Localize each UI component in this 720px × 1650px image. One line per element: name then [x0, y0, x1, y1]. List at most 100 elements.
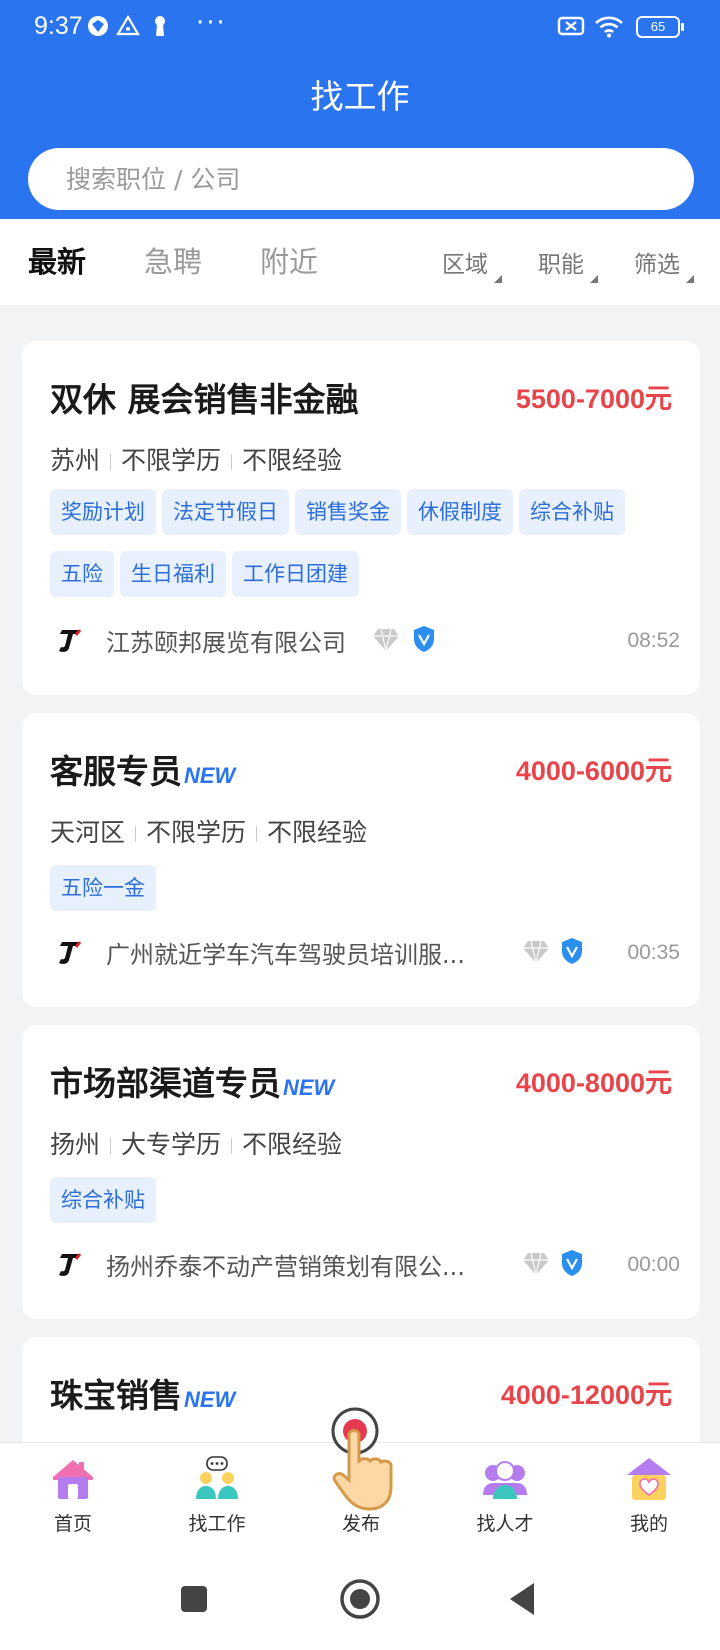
- nav-find-talent[interactable]: 找人才: [450, 1455, 560, 1536]
- tab-latest[interactable]: 最新: [28, 239, 86, 281]
- job-experience: 不限经验: [267, 818, 368, 847]
- search-input[interactable]: [28, 148, 694, 210]
- company-row[interactable]: 江苏颐邦展览有限公司 08:52: [50, 619, 680, 661]
- job-card[interactable]: 市场部渠道专员NEW 4000-8000元 扬州 大专学历 不限经验 综合补贴 扬州…: [22, 1025, 700, 1319]
- job-salary: 5500-7000元: [515, 384, 672, 414]
- nav-profile-label: 我的: [629, 1513, 668, 1535]
- battery-icon: 65: [636, 16, 684, 38]
- job-education: 不限学历: [146, 818, 247, 847]
- diamond-member-icon: [523, 940, 549, 964]
- tab-bar: 最新 急聘 附近 区域 职能 筛选: [0, 219, 720, 305]
- tab-nearby[interactable]: 附近: [260, 239, 318, 281]
- job-experience: 不限经验: [242, 446, 343, 475]
- diamond-member-icon: [373, 628, 399, 652]
- page-title: 找工作: [310, 77, 410, 116]
- job-education: 大专学历: [121, 1130, 222, 1159]
- company-name: 扬州乔泰不动产营销策划有限公...: [106, 1253, 465, 1281]
- job-meta: 苏州 不限学历 不限经验: [50, 441, 342, 477]
- job-tags: 综合补贴: [50, 1177, 680, 1239]
- nav-publish-label: 发布: [341, 1513, 380, 1535]
- dropdown-triangle-icon: [590, 275, 598, 283]
- diamond-member-icon: [523, 1252, 549, 1276]
- company-name: 江苏颐邦展览有限公司: [106, 629, 346, 657]
- job-tag: 休假制度: [407, 489, 513, 535]
- dropdown-triangle-icon: [494, 275, 502, 283]
- job-education: 不限学历: [121, 446, 222, 475]
- job-tags: 五险一金: [50, 865, 680, 927]
- job-location: 苏州: [50, 446, 101, 475]
- job-title-text: 珠宝销售: [50, 1376, 182, 1415]
- no-sim-icon: [557, 16, 585, 36]
- company-row[interactable]: 广州就近学车汽车驾驶员培训服... 00:35: [50, 931, 680, 973]
- company-logo-icon: [50, 621, 90, 661]
- status-time: 9:37: [34, 12, 83, 40]
- keyhole-icon: [155, 16, 165, 36]
- nav-find-talent-label: 找人才: [476, 1513, 534, 1535]
- verified-badge-icon: [562, 1250, 582, 1276]
- new-badge: NEW: [184, 1387, 236, 1412]
- company-logo-icon: [50, 1245, 90, 1285]
- new-badge: NEW: [184, 763, 236, 788]
- filter-region[interactable]: 区域: [442, 245, 502, 283]
- nav-profile[interactable]: 我的: [594, 1455, 704, 1536]
- vpn-icon: [88, 16, 108, 36]
- system-nav-bar: [0, 1555, 720, 1650]
- company-logo-icon: [50, 933, 90, 973]
- find-job-icon: [196, 1456, 238, 1499]
- job-title-text: 客服专员: [50, 752, 182, 791]
- post-time: 00:00: [627, 1253, 680, 1276]
- triangle-alert-icon: [116, 14, 140, 36]
- job-card[interactable]: 客服专员NEW 4000-6000元 天河区 不限学历 不限经验 五险一金 广州就近…: [22, 713, 700, 1007]
- job-tag: 工作日团建: [232, 551, 359, 597]
- job-meta: 扬州 大专学历 不限经验: [50, 1125, 342, 1161]
- find-talent-icon: [483, 1461, 527, 1499]
- filter-function-label: 职能: [538, 252, 584, 278]
- job-location: 天河区: [50, 818, 126, 847]
- filter-more-label: 筛选: [634, 252, 680, 278]
- post-time: 00:35: [627, 941, 680, 964]
- status-bar: 9:37 ··· 65: [0, 0, 720, 58]
- tab-urgent[interactable]: 急聘: [144, 239, 202, 281]
- header: 9:37 ··· 65 找工作: [0, 0, 720, 219]
- job-title: 客服专员NEW: [50, 745, 235, 793]
- dropdown-triangle-icon: [686, 275, 694, 283]
- profile-icon: [627, 1458, 671, 1500]
- new-badge: NEW: [283, 1075, 335, 1100]
- job-tag: 法定节假日: [162, 489, 289, 535]
- job-tag: 五险: [50, 551, 114, 597]
- job-tag: 销售奖金: [295, 489, 401, 535]
- job-title: 双休 展会销售非金融: [50, 380, 359, 419]
- company-name: 广州就近学车汽车驾驶员培训服...: [106, 941, 465, 969]
- nav-find-job[interactable]: 找工作: [162, 1455, 272, 1536]
- job-experience: 不限经验: [242, 1130, 343, 1159]
- job-tag: 奖励计划: [50, 489, 156, 535]
- wifi-icon: [595, 16, 623, 38]
- nav-home[interactable]: 首页: [18, 1455, 128, 1536]
- job-tags: 奖励计划 法定节假日 销售奖金 休假制度 综合补贴 五险 生日福利 工作日团建: [50, 489, 680, 613]
- job-salary: 4000-8000元: [515, 1068, 672, 1098]
- more-notifications-icon: ···: [196, 8, 227, 38]
- job-location: 扬州: [50, 1130, 101, 1159]
- back-icon[interactable]: [502, 1577, 546, 1621]
- search-bar[interactable]: [28, 148, 694, 210]
- job-meta: 天河区 不限学历 不限经验: [50, 813, 367, 849]
- job-salary: 4000-6000元: [515, 756, 672, 786]
- verified-badge-icon: [414, 626, 434, 652]
- tap-hand-icon: [331, 1407, 393, 1511]
- job-tag: 五险一金: [50, 865, 156, 911]
- job-tag: 生日福利: [120, 551, 226, 597]
- recent-apps-icon[interactable]: [172, 1577, 216, 1621]
- company-row[interactable]: 扬州乔泰不动产营销策划有限公... 00:00: [50, 1243, 680, 1285]
- filter-function[interactable]: 职能: [538, 245, 598, 283]
- filter-more[interactable]: 筛选: [634, 245, 694, 283]
- job-salary: 4000-12000元: [500, 1380, 672, 1410]
- job-title: 市场部渠道专员NEW: [50, 1057, 334, 1105]
- verified-badge-icon: [562, 938, 582, 964]
- nav-home-label: 首页: [53, 1513, 92, 1535]
- job-title: 珠宝销售NEW: [50, 1369, 235, 1417]
- filter-region-label: 区域: [442, 252, 488, 278]
- home-button-icon[interactable]: [338, 1577, 382, 1621]
- job-title-text: 市场部渠道专员: [50, 1064, 281, 1103]
- home-icon: [53, 1460, 93, 1499]
- job-card[interactable]: 双休 展会销售非金融 5500-7000元 苏州 不限学历 不限经验 奖励计划 法定节…: [22, 341, 700, 695]
